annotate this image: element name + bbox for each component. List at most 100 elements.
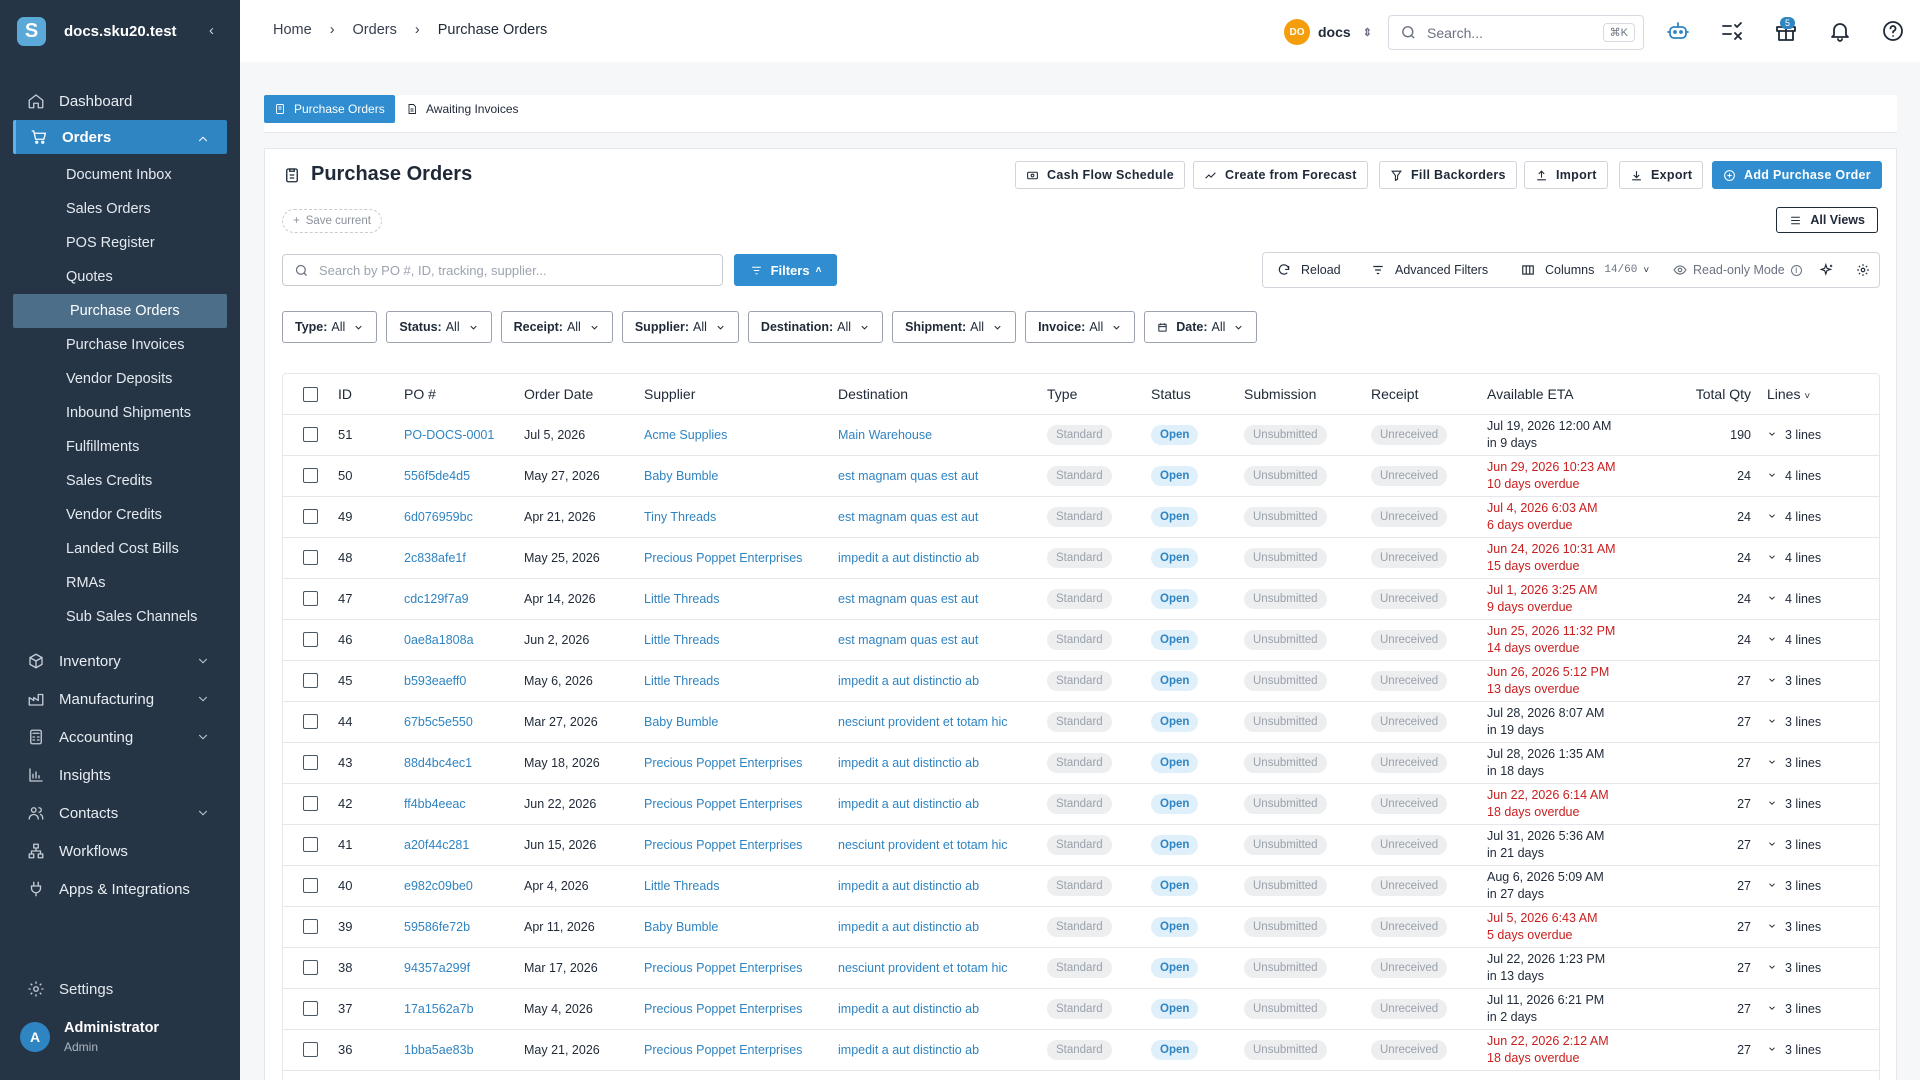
row-checkbox[interactable]: [303, 468, 318, 484]
row-checkbox[interactable]: [303, 837, 318, 853]
lines-expander[interactable]: 4 lines: [1767, 619, 1879, 661]
po-number-link[interactable]: 59586fe72b: [404, 920, 470, 934]
lines-expander[interactable]: 3 lines: [1767, 783, 1879, 825]
supplier-link[interactable]: Acme Supplies: [644, 428, 727, 442]
row-checkbox[interactable]: [303, 550, 318, 566]
po-number-link[interactable]: 556f5de4d5: [404, 469, 470, 483]
po-number-link[interactable]: 88d4bc4ec1: [404, 756, 472, 770]
column-header-lines[interactable]: Lines ˅: [1767, 374, 1879, 415]
lines-expander[interactable]: 4 lines: [1767, 496, 1879, 538]
workspace-switcher[interactable]: DO docs ⇕: [1284, 19, 1372, 45]
import-button[interactable]: Import: [1524, 161, 1608, 189]
destination-link[interactable]: impedit a aut distinctio ab: [838, 879, 979, 893]
filter-date[interactable]: Date: All: [1144, 311, 1258, 343]
breadcrumb-home[interactable]: Home: [273, 22, 312, 38]
destination-link[interactable]: impedit a aut distinctio ab: [838, 1043, 979, 1057]
supplier-link[interactable]: Little Threads: [644, 592, 720, 606]
supplier-link[interactable]: Baby Bumble: [644, 715, 718, 729]
sidebar-item-contacts[interactable]: Contacts: [0, 794, 240, 832]
sidebar-item-settings[interactable]: Settings: [27, 980, 113, 998]
destination-link[interactable]: impedit a aut distinctio ab: [838, 674, 979, 688]
read-only-mode-toggle[interactable]: Read-only Mode i: [1673, 263, 1802, 277]
table-row[interactable]: 42 ff4bb4eeac Jun 22, 2026 Precious Poppet …: [283, 783, 1879, 825]
sidebar-subitem-purchase-orders[interactable]: Purchase Orders: [13, 294, 227, 328]
filter-type[interactable]: Type: All: [282, 311, 378, 343]
destination-link[interactable]: impedit a aut distinctio ab: [838, 1002, 979, 1016]
supplier-link[interactable]: Precious Poppet Enterprises: [644, 756, 802, 770]
column-header-receipt[interactable]: Receipt: [1371, 374, 1487, 415]
sidebar-subitem-inbound-shipments[interactable]: Inbound Shipments: [0, 396, 240, 430]
filter-shipment[interactable]: Shipment: All: [892, 311, 1017, 343]
tab-awaiting-invoices[interactable]: Awaiting Invoices: [396, 95, 529, 123]
row-checkbox[interactable]: [303, 796, 318, 812]
create-from-forecast-button[interactable]: Create from Forecast: [1193, 161, 1368, 189]
sidebar-subitem-fulfillments[interactable]: Fulfillments: [0, 430, 240, 464]
filter-status[interactable]: Status: All: [386, 311, 492, 343]
lines-expander[interactable]: 3 lines: [1767, 947, 1879, 989]
supplier-link[interactable]: Little Threads: [644, 879, 720, 893]
po-number-link[interactable]: ff4bb4eeac: [404, 797, 466, 811]
row-checkbox[interactable]: [303, 509, 318, 525]
sidebar-item-orders[interactable]: Orders: [13, 120, 227, 154]
supplier-link[interactable]: Precious Poppet Enterprises: [644, 551, 802, 565]
column-header-po[interactable]: PO #: [404, 374, 524, 415]
lines-expander[interactable]: 3 lines: [1767, 1029, 1879, 1071]
sidebar-subitem-landed-cost-bills[interactable]: Landed Cost Bills: [0, 532, 240, 566]
table-row[interactable]: 38 94357a299f Mar 17, 2026 Precious Poppet …: [283, 947, 1879, 989]
row-checkbox[interactable]: [303, 960, 318, 976]
sidebar-subitem-document-inbox[interactable]: Document Inbox: [0, 158, 240, 192]
collapse-sidebar-icon[interactable]: ‹: [209, 22, 214, 39]
cash-flow-schedule-button[interactable]: Cash Flow Schedule: [1015, 161, 1185, 189]
lines-expander[interactable]: 4 lines: [1767, 455, 1879, 497]
table-row[interactable]: 45 b593eaeff0 May 6, 2026 Little Threads imp…: [283, 660, 1879, 702]
destination-link[interactable]: est magnam quas est aut: [838, 633, 978, 647]
sidebar-subitem-pos-register[interactable]: POS Register: [0, 226, 240, 260]
supplier-link[interactable]: Precious Poppet Enterprises: [644, 797, 802, 811]
po-number-link[interactable]: 6d076959bc: [404, 510, 473, 524]
destination-link[interactable]: impedit a aut distinctio ab: [838, 551, 979, 565]
sidebar-item-inventory[interactable]: Inventory: [0, 642, 240, 680]
supplier-link[interactable]: Baby Bumble: [644, 920, 718, 934]
table-row[interactable]: 41 a20f44c281 Jun 15, 2026 Precious Poppet …: [283, 824, 1879, 866]
table-row[interactable]: 43 88d4bc4ec1 May 18, 2026 Precious Poppet …: [283, 742, 1879, 784]
filters-toggle-button[interactable]: Filters ˄: [734, 254, 837, 286]
reload-button[interactable]: Reload: [1277, 263, 1341, 277]
column-header-status[interactable]: Status: [1151, 374, 1244, 415]
table-row[interactable]: 51 PO-DOCS-0001 Jul 5, 2026 Acme Supplies Ma…: [283, 414, 1879, 456]
table-row[interactable]: 48 2c838afe1f May 25, 2026 Precious Poppet …: [283, 537, 1879, 579]
destination-link[interactable]: Main Warehouse: [838, 428, 932, 442]
supplier-link[interactable]: Baby Bumble: [644, 469, 718, 483]
sidebar-item-apps-integrations[interactable]: Apps & Integrations: [0, 870, 240, 908]
po-number-link[interactable]: 1bba5ae83b: [404, 1043, 474, 1057]
supplier-link[interactable]: Little Threads: [644, 674, 720, 688]
column-header-available-eta[interactable]: Available ETA: [1487, 374, 1667, 415]
sidebar-subitem-quotes[interactable]: Quotes: [0, 260, 240, 294]
supplier-link[interactable]: Precious Poppet Enterprises: [644, 1043, 802, 1057]
sidebar-item-dashboard[interactable]: Dashboard: [0, 82, 240, 120]
po-number-link[interactable]: 94357a299f: [404, 961, 470, 975]
bell-icon[interactable]: [1828, 19, 1852, 43]
filter-receipt[interactable]: Receipt: All: [500, 311, 613, 343]
sidebar-subitem-vendor-credits[interactable]: Vendor Credits: [0, 498, 240, 532]
destination-link[interactable]: est magnam quas est aut: [838, 592, 978, 606]
breadcrumb-orders[interactable]: Orders: [353, 22, 397, 38]
po-search-input[interactable]: Search by PO #, ID, tracking, supplier..…: [282, 254, 723, 286]
help-icon[interactable]: [1881, 19, 1905, 43]
columns-button[interactable]: Columns 14/60 ˅: [1521, 263, 1649, 277]
supplier-link[interactable]: Precious Poppet Enterprises: [644, 838, 802, 852]
lines-expander[interactable]: 4 lines: [1767, 578, 1879, 620]
po-number-link[interactable]: 17a1562a7b: [404, 1002, 474, 1016]
column-header-destination[interactable]: Destination: [838, 374, 1047, 415]
row-checkbox[interactable]: [303, 919, 318, 935]
global-search-input[interactable]: Search... ⌘K: [1388, 15, 1644, 50]
column-header-id[interactable]: ID: [338, 374, 404, 415]
po-number-link[interactable]: 2c838afe1f: [404, 551, 466, 565]
destination-link[interactable]: impedit a aut distinctio ab: [838, 920, 979, 934]
lines-expander[interactable]: 4 lines: [1767, 537, 1879, 579]
table-row[interactable]: 36 1bba5ae83b May 21, 2026 Precious Poppet …: [283, 1029, 1879, 1071]
advanced-filters-button[interactable]: Advanced Filters: [1371, 263, 1488, 277]
column-header-total-qty[interactable]: Total Qty: [1667, 374, 1767, 415]
save-current-view-button[interactable]: + Save current: [282, 209, 382, 233]
column-header-submission[interactable]: Submission: [1244, 374, 1371, 415]
lines-expander[interactable]: 3 lines: [1767, 988, 1879, 1030]
